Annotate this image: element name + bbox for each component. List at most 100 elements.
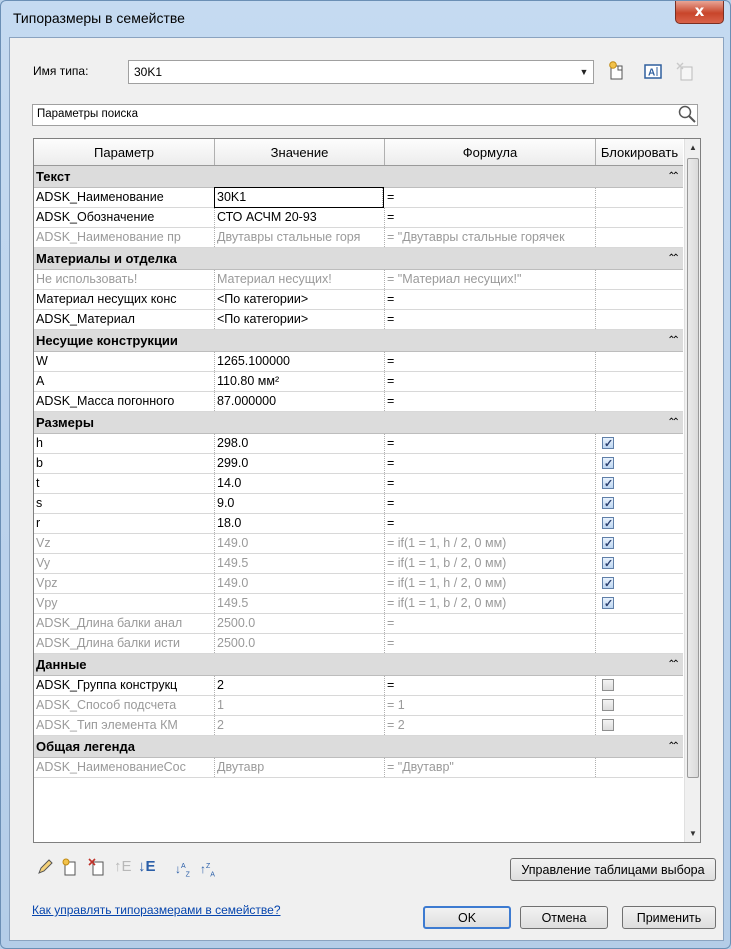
lock-cell[interactable] — [596, 290, 683, 309]
lock-cell[interactable] — [596, 534, 683, 553]
lock-cell[interactable] — [596, 208, 683, 227]
cancel-button[interactable]: Отмена — [520, 906, 608, 929]
formula-cell[interactable]: = if(1 = 1, b / 2, 0 мм) — [385, 594, 596, 613]
collapse-chevron-icon[interactable]: ⌃⌃ — [667, 330, 680, 351]
lock-checkbox[interactable] — [602, 575, 614, 593]
table-row[interactable]: ADSK_НаименованиеСос Двутавр = "Двутавр" — [34, 758, 683, 778]
value-cell[interactable]: 18.0 — [215, 514, 385, 533]
formula-cell[interactable]: = — [385, 634, 596, 653]
lock-cell[interactable] — [596, 434, 683, 453]
group-header[interactable]: Текст ⌃⌃ — [34, 166, 683, 188]
table-row[interactable]: Материал несущих конс <По категории> = — [34, 290, 683, 310]
table-row[interactable]: ADSK_Наименование 30K1 = — [34, 187, 683, 208]
group-header[interactable]: Материалы и отделка ⌃⌃ — [34, 248, 683, 270]
group-header[interactable]: Общая легенда ⌃⌃ — [34, 736, 683, 758]
lock-cell[interactable] — [596, 494, 683, 513]
collapse-chevron-icon[interactable]: ⌃⌃ — [667, 412, 680, 433]
lock-cell[interactable] — [596, 454, 683, 473]
rename-type-icon[interactable]: A — [642, 60, 664, 82]
table-row[interactable]: W 1265.100000 = — [34, 352, 683, 372]
formula-cell[interactable]: = 1 — [385, 696, 596, 715]
lock-cell[interactable] — [596, 270, 683, 289]
scroll-up-icon[interactable]: ▲ — [685, 139, 700, 156]
formula-cell[interactable]: = — [385, 434, 596, 453]
new-type-icon[interactable] — [606, 60, 628, 82]
close-button[interactable]: x — [675, 1, 724, 24]
formula-cell[interactable]: = "Двутавр" — [385, 758, 596, 777]
table-row[interactable]: Vz 149.0 = if(1 = 1, h / 2, 0 мм) — [34, 534, 683, 554]
value-cell[interactable]: 2500.0 — [215, 614, 385, 633]
lock-checkbox[interactable] — [602, 679, 614, 691]
lock-cell[interactable] — [596, 352, 683, 371]
formula-cell[interactable]: = — [385, 494, 596, 513]
value-cell[interactable]: 30K1 — [214, 187, 384, 208]
sort-ascending-icon[interactable]: ↓AZ — [175, 858, 190, 878]
chevron-down-icon[interactable]: ▼ — [575, 61, 593, 83]
value-cell[interactable]: 14.0 — [215, 474, 385, 493]
search-input[interactable]: Параметры поиска — [32, 104, 698, 126]
lock-checkbox[interactable] — [602, 555, 614, 573]
table-row[interactable]: r 18.0 = — [34, 514, 683, 534]
value-cell[interactable]: 149.5 — [215, 554, 385, 573]
table-row[interactable]: ADSK_Группа конструкц 2 = — [34, 676, 683, 696]
formula-cell[interactable]: = — [385, 290, 596, 309]
table-row[interactable]: s 9.0 = — [34, 494, 683, 514]
table-row[interactable]: Vpy 149.5 = if(1 = 1, b / 2, 0 мм) — [34, 594, 683, 614]
value-cell[interactable]: Двутавры стальные горя — [215, 228, 385, 247]
table-row[interactable]: ADSK_Обозначение СТО АСЧМ 20-93 = — [34, 208, 683, 228]
lock-cell[interactable] — [596, 188, 683, 207]
formula-cell[interactable]: = "Двутавры стальные горячек — [385, 228, 596, 247]
table-row[interactable]: ADSK_Материал <По категории> = — [34, 310, 683, 330]
vertical-scrollbar[interactable]: ▲ ▼ — [684, 139, 700, 842]
formula-cell[interactable]: = — [385, 188, 596, 207]
collapse-chevron-icon[interactable]: ⌃⌃ — [667, 654, 680, 675]
collapse-chevron-icon[interactable]: ⌃⌃ — [667, 248, 680, 269]
formula-cell[interactable]: = 2 — [385, 716, 596, 735]
formula-cell[interactable]: = — [385, 352, 596, 371]
lock-checkbox[interactable] — [602, 475, 614, 493]
lock-cell[interactable] — [596, 372, 683, 391]
table-row[interactable]: A 110.80 мм² = — [34, 372, 683, 392]
lock-checkbox[interactable] — [602, 495, 614, 513]
lock-checkbox[interactable] — [602, 455, 614, 473]
scroll-down-icon[interactable]: ▼ — [685, 825, 700, 842]
lock-cell[interactable] — [596, 514, 683, 533]
value-cell[interactable]: 2 — [215, 716, 385, 735]
lock-cell[interactable] — [596, 228, 683, 247]
formula-cell[interactable]: = — [385, 392, 596, 411]
table-row[interactable]: t 14.0 = — [34, 474, 683, 494]
sort-descending-icon[interactable]: ↑ZA — [200, 858, 215, 878]
value-cell[interactable]: 149.0 — [215, 534, 385, 553]
formula-cell[interactable]: = — [385, 474, 596, 493]
collapse-chevron-icon[interactable]: ⌃⌃ — [667, 736, 680, 757]
formula-cell[interactable]: = if(1 = 1, b / 2, 0 мм) — [385, 554, 596, 573]
pencil-icon[interactable] — [36, 858, 54, 876]
column-header-parameter[interactable]: Параметр — [34, 139, 215, 165]
value-cell[interactable]: 149.0 — [215, 574, 385, 593]
value-cell[interactable]: 149.5 — [215, 594, 385, 613]
value-cell[interactable]: 298.0 — [215, 434, 385, 453]
table-row[interactable]: Vy 149.5 = if(1 = 1, b / 2, 0 мм) — [34, 554, 683, 574]
value-cell[interactable]: 110.80 мм² — [215, 372, 385, 391]
value-cell[interactable]: Двутавр — [215, 758, 385, 777]
title-bar[interactable]: Типоразмеры в семействе x — [1, 1, 730, 37]
table-row[interactable]: ADSK_Наименование пр Двутавры стальные го… — [34, 228, 683, 248]
formula-cell[interactable]: = — [385, 614, 596, 633]
table-row[interactable]: ADSK_Тип элемента КМ 2 = 2 — [34, 716, 683, 736]
lock-checkbox[interactable] — [602, 435, 614, 453]
column-header-formula[interactable]: Формула — [385, 139, 596, 165]
table-row[interactable]: b 299.0 = — [34, 454, 683, 474]
lock-cell[interactable] — [596, 696, 683, 715]
formula-cell[interactable]: = — [385, 372, 596, 391]
type-name-combo[interactable]: 30K1 ▼ — [128, 60, 594, 84]
lock-checkbox[interactable] — [602, 595, 614, 613]
formula-cell[interactable]: = if(1 = 1, h / 2, 0 мм) — [385, 534, 596, 553]
value-cell[interactable]: Материал несущих! — [215, 270, 385, 289]
lock-cell[interactable] — [596, 614, 683, 633]
ok-button[interactable]: OK — [423, 906, 511, 929]
value-cell[interactable]: 9.0 — [215, 494, 385, 513]
lock-cell[interactable] — [596, 310, 683, 329]
formula-cell[interactable]: = — [385, 208, 596, 227]
value-cell[interactable]: <По категории> — [215, 310, 385, 329]
lock-cell[interactable] — [596, 676, 683, 695]
